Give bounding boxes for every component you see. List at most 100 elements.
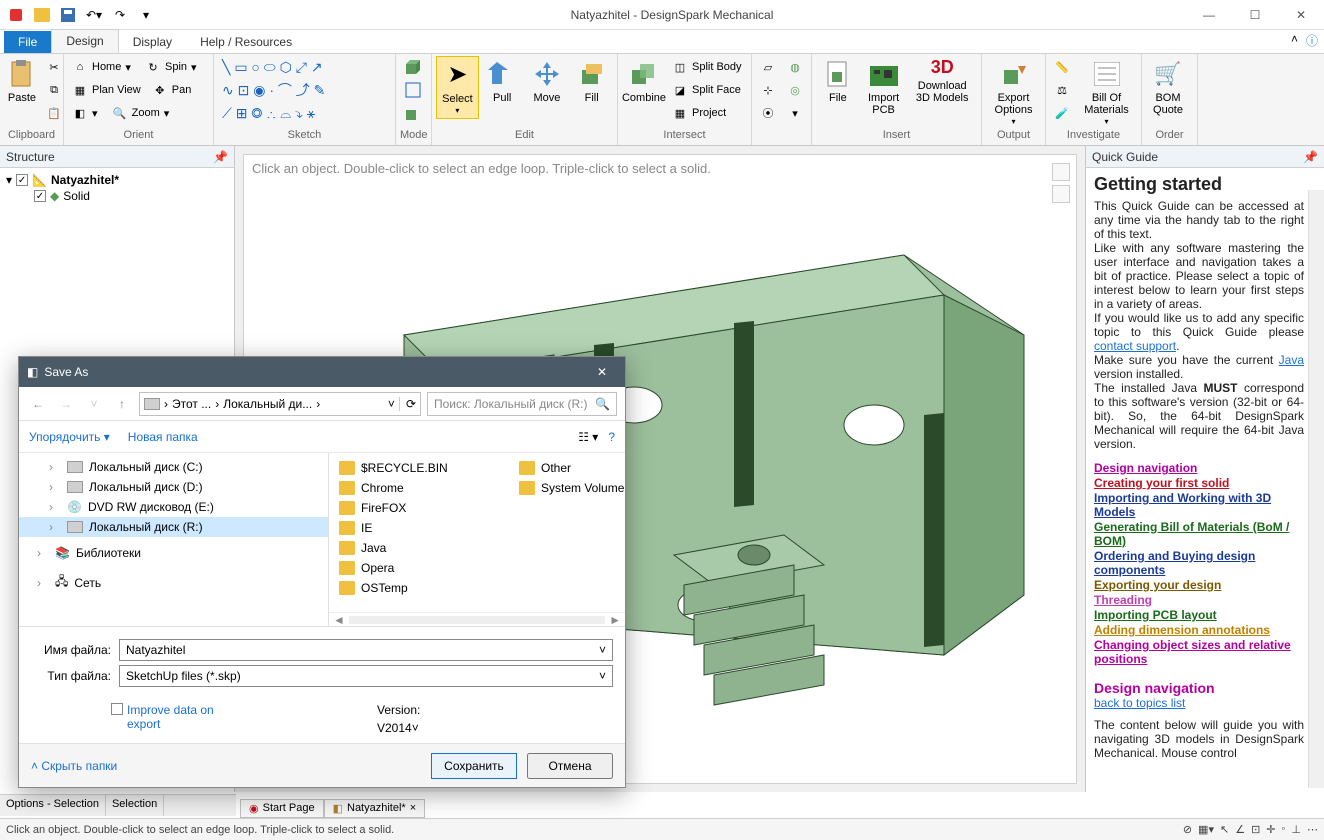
version-select[interactable]: V2014˅ — [377, 721, 507, 735]
app-icon[interactable] — [4, 3, 28, 27]
file-item[interactable]: IE — [335, 519, 495, 537]
project-button[interactable]: ▦Project — [668, 102, 746, 124]
mode-2d-button[interactable] — [400, 79, 426, 101]
help-icon[interactable]: ? — [608, 430, 615, 444]
doc-tab-doc[interactable]: ◧Natyazhitel*× — [324, 799, 426, 818]
status-axis-icon[interactable]: ✛ — [1266, 823, 1275, 836]
mass-button[interactable]: ⚖ — [1050, 79, 1074, 101]
file-item[interactable]: Java — [335, 539, 495, 557]
status-snap-icon[interactable]: ⊡ — [1251, 823, 1260, 836]
tab-help[interactable]: Help / Resources — [186, 31, 306, 53]
file-button[interactable]: File — [816, 56, 860, 106]
home-button[interactable]: ⌂Home▾ ↻Spin▾ — [68, 56, 209, 78]
nav-back-icon[interactable]: ← — [27, 393, 49, 415]
qg-scrollbar[interactable] — [1308, 190, 1324, 788]
dialog-close-button[interactable]: ✕ — [587, 361, 617, 383]
copy-button[interactable]: ⧉ — [42, 79, 66, 101]
zoom-button[interactable]: ◧▾ 🔍Zoom▾ — [68, 102, 209, 124]
file-item[interactable]: Opera — [335, 559, 495, 577]
status-more-icon[interactable]: ⋯ — [1307, 823, 1318, 836]
paste-small-button[interactable]: 📋 — [42, 102, 66, 124]
dialog-titlebar[interactable]: ◧Save As ✕ — [19, 357, 625, 387]
view-icon[interactable]: ☷ ▾ — [578, 430, 598, 444]
status-ortho-icon[interactable]: ⊥ — [1291, 823, 1301, 836]
side-libraries[interactable]: ›📚Библиотеки — [19, 543, 328, 563]
fill-button[interactable]: Fill — [570, 56, 613, 106]
doc-tab-start[interactable]: ◉Start Page — [240, 799, 324, 818]
link-thread[interactable]: Threading — [1094, 593, 1304, 607]
pin-icon[interactable]: 📌 — [1303, 150, 1318, 164]
mode-face-button[interactable] — [400, 102, 426, 124]
save-icon[interactable] — [56, 3, 80, 27]
link-export[interactable]: Exporting your design — [1094, 578, 1304, 592]
hide-folders-link[interactable]: ˄ Скрыть папки — [31, 759, 117, 773]
select-button[interactable]: ➤Select▾ — [436, 56, 479, 119]
search-input[interactable]: Поиск: Локальный диск (R:) 🔍 — [427, 392, 617, 416]
contact-support-link[interactable]: contact support — [1094, 339, 1176, 353]
nav-fwd-icon[interactable]: → — [55, 393, 77, 415]
split-body-button[interactable]: ◫Split Body — [668, 56, 746, 78]
bom-quote-button[interactable]: 🛒BOM Quote — [1146, 56, 1190, 118]
tab-selection[interactable]: Selection — [106, 795, 164, 816]
link-import-3d[interactable]: Importing and Working with 3D Models — [1094, 491, 1304, 519]
mode-3d-button[interactable] — [400, 56, 426, 78]
vt-1[interactable] — [1052, 163, 1070, 181]
download-3d-button[interactable]: 3DDownload 3D Models — [907, 56, 977, 106]
structure-tree[interactable]: ▾✓ 📐 Natyazhitel* ✓ ◆ Solid — [0, 168, 234, 208]
file-item[interactable]: OSTemp — [335, 579, 495, 597]
combine-button[interactable]: Combine — [622, 56, 666, 106]
help-icon[interactable]: ⓘ — [1306, 32, 1318, 49]
tab-options[interactable]: Options - Selection — [0, 795, 106, 816]
cut-button[interactable]: ✂ — [42, 56, 66, 78]
minimize-button[interactable]: — — [1186, 0, 1232, 30]
tab-file[interactable]: File — [4, 31, 51, 53]
link-design-nav[interactable]: Design navigation — [1094, 461, 1304, 475]
move-button[interactable]: Move — [526, 56, 569, 106]
insert-plane-button[interactable]: ▱ ◍ — [756, 56, 807, 78]
cancel-button[interactable]: Отмена — [527, 753, 613, 779]
filename-input[interactable]: Natyazhitel˅ — [119, 639, 613, 661]
close-button[interactable]: ✕ — [1278, 0, 1324, 30]
improve-checkbox[interactable]: Improve data on export — [111, 703, 237, 731]
file-item[interactable]: Other — [515, 459, 625, 477]
dialog-files[interactable]: $RECYCLE.BIN Chrome FireFOX IE Java Oper… — [329, 453, 625, 612]
status-cursor-icon[interactable]: ↖ — [1220, 823, 1229, 836]
tree-solid[interactable]: ✓ ◆ Solid — [34, 188, 228, 204]
undo-icon[interactable]: ↶▾ — [82, 3, 106, 27]
redo-icon[interactable]: ↷ — [108, 3, 132, 27]
open-icon[interactable] — [30, 3, 54, 27]
link-order[interactable]: Ordering and Buying design components — [1094, 549, 1304, 577]
quickguide-body[interactable]: Getting started This Quick Guide can be … — [1086, 168, 1324, 788]
side-drive-d[interactable]: ›Локальный диск (D:) — [19, 477, 328, 497]
status-stop-icon[interactable]: ⊘ — [1183, 823, 1192, 836]
vt-2[interactable] — [1052, 185, 1070, 203]
split-face-button[interactable]: ◪Split Face — [668, 79, 746, 101]
filetype-select[interactable]: SketchUp files (*.skp)˅ — [119, 665, 613, 687]
planview-button[interactable]: ▦Plan View ✥Pan — [68, 79, 209, 101]
link-pcb[interactable]: Importing PCB layout — [1094, 608, 1304, 622]
maximize-button[interactable]: ☐ — [1232, 0, 1278, 30]
status-angle-icon[interactable]: ∠ — [1235, 823, 1245, 836]
crumb-dropdown-icon[interactable]: ˅ — [388, 397, 395, 411]
link-dim[interactable]: Adding dimension annotations — [1094, 623, 1304, 637]
close-tab-icon[interactable]: × — [410, 802, 416, 814]
organize-button[interactable]: Упорядочить ▾ — [29, 430, 110, 444]
insert-point-button[interactable]: ⦿ ▾ — [756, 102, 807, 124]
link-bom[interactable]: Generating Bill of Materials (BoM / BOM) — [1094, 520, 1304, 548]
file-item[interactable]: FireFOX — [335, 499, 495, 517]
link-sizes[interactable]: Changing object sizes and relative posit… — [1094, 638, 1304, 666]
measure-button[interactable]: 📏 — [1050, 56, 1074, 78]
sketch-row2[interactable]: ∿ ⊡ ◉ · ⌒ ⤴ ✎ — [218, 79, 391, 101]
sketch-row3[interactable]: ⟋ ⊞ ◎ ∴ ⌓ ⤵ ⚹ — [218, 102, 391, 124]
status-grid-icon[interactable]: ▦▾ — [1198, 823, 1214, 836]
side-network[interactable]: ›🖧Сеть — [19, 569, 328, 596]
ribbon-collapse-icon[interactable]: ˄ — [1291, 32, 1298, 49]
sketch-row1[interactable]: ╲ ▭ ○ ⬭ ⬡ ⤢ ↗ — [218, 56, 391, 78]
breadcrumb[interactable]: › Этот ...› Локальный ди...› ˅ ⟳ — [139, 392, 421, 416]
nav-up-icon[interactable]: ↑ — [111, 393, 133, 415]
side-drive-c[interactable]: ›Локальный диск (C:) — [19, 457, 328, 477]
nav-recent-icon[interactable]: ˅ — [83, 393, 105, 415]
import-pcb-button[interactable]: Import PCB — [862, 56, 906, 118]
side-drive-r[interactable]: ›Локальный диск (R:) — [19, 517, 328, 537]
tab-design[interactable]: Design — [51, 29, 118, 53]
